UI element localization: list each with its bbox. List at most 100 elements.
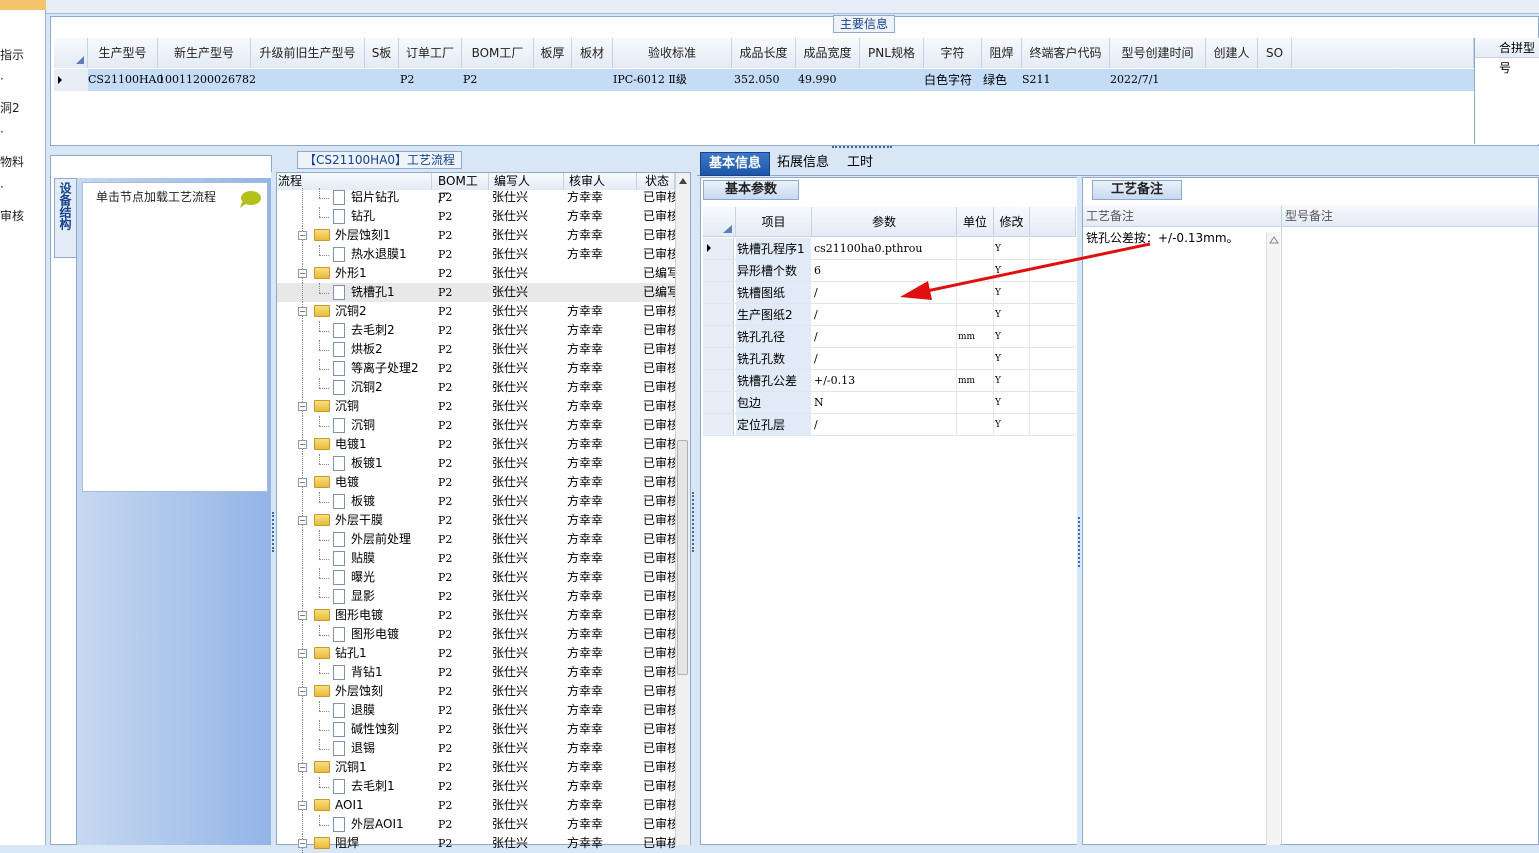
param-row[interactable]: 铣槽孔公差 +/-0.13 mm Y xyxy=(703,370,1076,392)
params-col-header-edit[interactable]: 修改 xyxy=(994,207,1030,237)
flow-row[interactable]: 去毛刺2 P2 张仕兴 方幸幸 已审核 xyxy=(277,321,675,340)
param-edit[interactable]: Y xyxy=(994,238,1030,259)
cell-length[interactable]: 352.050 xyxy=(734,69,780,91)
flow-row[interactable]: − 图形电镀 P2 张仕兴 方幸幸 已审核 xyxy=(277,606,675,625)
left-strip-label[interactable]: · xyxy=(0,72,4,86)
col-header-prod-model[interactable]: 生产型号 xyxy=(88,38,158,68)
flow-row[interactable]: 退膜 P2 张仕兴 方幸幸 已审核 xyxy=(277,701,675,720)
process-note-text[interactable]: 铣孔公差按：+/-0.13mm。 xyxy=(1086,229,1239,246)
splitter-grip-icon[interactable] xyxy=(692,492,695,552)
left-strip-label[interactable]: 审核 xyxy=(0,207,24,224)
col-header-pnl[interactable]: PNL规格 xyxy=(860,38,924,68)
param-edit[interactable]: Y xyxy=(994,370,1030,391)
params-col-header-param[interactable]: 参数 xyxy=(812,207,957,237)
flow-row[interactable]: 热水退膜1 P2 张仕兴 方幸幸 已审核 xyxy=(277,245,675,264)
flow-row[interactable]: 铝片钻孔 P2 张仕兴 方幸幸 已审核 xyxy=(277,188,675,207)
tree-collapse-icon[interactable]: − xyxy=(298,611,307,620)
param-row[interactable]: 生产图纸2/ Y xyxy=(703,304,1076,326)
process-notes-tab[interactable]: 工艺备注 xyxy=(1092,180,1182,200)
tree-collapse-icon[interactable]: − xyxy=(298,763,307,772)
col-header-char[interactable]: 字符 xyxy=(924,38,982,68)
flow-row[interactable]: − 外层干膜 P2 张仕兴 方幸幸 已审核 xyxy=(277,511,675,530)
tree-collapse-icon[interactable]: − xyxy=(298,307,307,316)
flow-row[interactable]: 显影 P2 张仕兴 方幸幸 已审核 xyxy=(277,587,675,606)
tab-work-hours[interactable]: 工时 xyxy=(839,152,881,176)
flow-row[interactable]: 沉铜 P2 张仕兴 方幸幸 已审核 xyxy=(277,416,675,435)
param-value[interactable]: / xyxy=(813,326,957,347)
flow-row[interactable]: 钻孔 P2 张仕兴 方幸幸 已审核 xyxy=(277,207,675,226)
tree-collapse-icon[interactable]: − xyxy=(298,402,307,411)
param-row[interactable]: 铣孔孔数 / Y xyxy=(703,348,1076,370)
splitter-grip-icon[interactable] xyxy=(1078,517,1081,567)
cell-standard[interactable]: IPC-6012 Ⅱ级 xyxy=(613,69,687,91)
param-value[interactable]: / xyxy=(813,304,957,325)
tree-collapse-icon[interactable]: − xyxy=(298,269,307,278)
param-value[interactable]: +/-0.13 xyxy=(813,370,957,391)
params-col-header-item[interactable]: 项目 xyxy=(736,207,812,237)
col-header-standard[interactable]: 验收标准 xyxy=(613,38,732,68)
cell-order-factory[interactable]: P2 xyxy=(400,69,414,91)
col-header-s-board[interactable]: S板 xyxy=(365,38,399,68)
merge-header[interactable]: 合拼型号 xyxy=(1475,38,1539,75)
flow-row[interactable]: − 沉铜 P2 张仕兴 方幸幸 已审核 xyxy=(277,397,675,416)
param-edit[interactable]: Y xyxy=(994,260,1030,281)
scroll-up-icon[interactable] xyxy=(1269,236,1279,244)
cell-bom-factory[interactable]: P2 xyxy=(463,69,477,91)
param-value[interactable]: / xyxy=(813,414,957,435)
flow-row[interactable]: − 电镀1 P2 张仕兴 方幸幸 已审核 xyxy=(277,435,675,454)
cell-solder[interactable]: 绿色 xyxy=(983,69,1007,91)
tree-collapse-icon[interactable]: − xyxy=(298,687,307,696)
col-header-old-model[interactable]: 升级前旧生产型号 xyxy=(251,38,365,68)
col-header-length[interactable]: 成品长度 xyxy=(732,38,796,68)
flow-row[interactable]: 板镀 P2 张仕兴 方幸幸 已审核 xyxy=(277,492,675,511)
flow-row[interactable]: − 外形1 P2 张仕兴 已编写 xyxy=(277,264,675,283)
param-value[interactable]: / xyxy=(813,348,957,369)
param-row[interactable]: 异形槽个数 6 Y xyxy=(703,260,1076,282)
tree-collapse-icon[interactable]: − xyxy=(298,649,307,658)
notes-scrollbar[interactable] xyxy=(1266,232,1280,845)
tree-collapse-icon[interactable]: − xyxy=(298,801,307,810)
flow-row[interactable]: − 外层蚀刻1 P2 张仕兴 方幸幸 已审核 xyxy=(277,226,675,245)
left-strip-label[interactable]: 指示 xyxy=(0,46,24,63)
flow-row[interactable]: 去毛刺1 P2 张仕兴 方幸幸 已审核 xyxy=(277,777,675,796)
flow-row[interactable]: 图形电镀 P2 张仕兴 方幸幸 已审核 xyxy=(277,625,675,644)
cell-width[interactable]: 49.990 xyxy=(798,69,837,91)
cell-created[interactable]: 2022/7/1 xyxy=(1110,69,1159,91)
tab-basic-info[interactable]: 基本信息 xyxy=(700,152,771,176)
cell-customer-code[interactable]: S211 xyxy=(1022,69,1051,91)
basic-params-tab[interactable]: 基本参数 xyxy=(703,180,799,200)
flow-row[interactable]: 退锡 P2 张仕兴 方幸幸 已审核 xyxy=(277,739,675,758)
param-edit[interactable]: Y xyxy=(994,282,1030,303)
col-header-customer-code[interactable]: 终端客户代码 xyxy=(1022,38,1110,68)
param-value[interactable]: / xyxy=(813,282,957,303)
tree-collapse-icon[interactable]: − xyxy=(298,516,307,525)
flow-row[interactable]: 外层AOI1 P2 张仕兴 方幸幸 已审核 xyxy=(277,815,675,834)
tree-collapse-icon[interactable]: − xyxy=(298,231,307,240)
col-header-thickness[interactable]: 板厚 xyxy=(534,38,572,68)
flow-row[interactable]: − 沉铜2 P2 张仕兴 方幸幸 已审核 xyxy=(277,302,675,321)
param-row[interactable]: 铣孔孔径 / mm Y xyxy=(703,326,1076,348)
param-value[interactable]: N xyxy=(813,392,957,413)
flow-row[interactable]: 烘板2 P2 张仕兴 方幸幸 已审核 xyxy=(277,340,675,359)
flow-row[interactable]: − 阻焊 P2 张仕兴 方幸幸 已审核 xyxy=(277,834,675,853)
param-edit[interactable]: Y xyxy=(994,392,1030,413)
col-header-solder[interactable]: 阻焊 xyxy=(982,38,1022,68)
param-edit[interactable]: Y xyxy=(994,414,1030,435)
flow-row[interactable]: 板镀1 P2 张仕兴 方幸幸 已审核 xyxy=(277,454,675,473)
param-value[interactable]: cs21100ha0.pthrou xyxy=(813,238,957,259)
notes-col-header-process[interactable]: 工艺备注 xyxy=(1083,206,1134,226)
flow-row[interactable]: 贴膜 P2 张仕兴 方幸幸 已审核 xyxy=(277,549,675,568)
tree-collapse-icon[interactable]: − xyxy=(298,839,307,848)
col-header-creator[interactable]: 创建人 xyxy=(1206,38,1258,68)
left-strip-label[interactable]: 物料 xyxy=(0,153,24,170)
flow-row[interactable]: − AOI1 P2 张仕兴 方幸幸 已审核 xyxy=(277,796,675,815)
splitter-grip-icon[interactable] xyxy=(272,512,275,552)
flow-row[interactable]: − 外层蚀刻 P2 张仕兴 方幸幸 已审核 xyxy=(277,682,675,701)
left-strip-label[interactable]: · xyxy=(0,180,4,194)
flow-scrollbar-thumb[interactable] xyxy=(677,440,688,675)
param-edit[interactable]: Y xyxy=(994,348,1030,369)
param-row[interactable]: 定位孔层 / Y xyxy=(703,414,1076,436)
param-row[interactable]: 铣槽孔程序1 cs21100ha0.pthrou Y xyxy=(703,238,1076,260)
left-strip-label[interactable]: 洞2 xyxy=(0,99,20,116)
chat-bubble-icon[interactable] xyxy=(238,190,262,208)
